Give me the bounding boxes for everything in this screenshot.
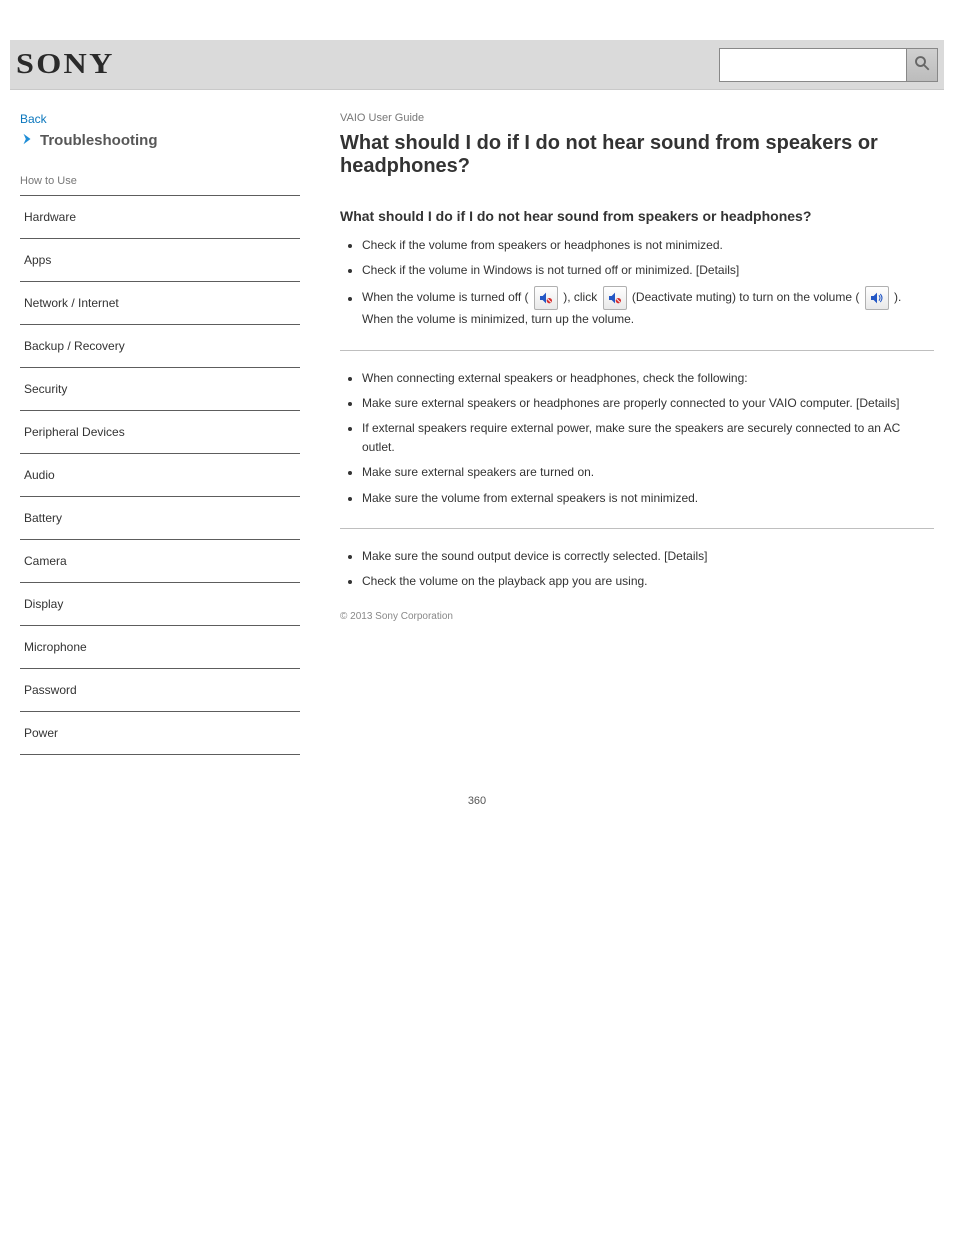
bullet-list: When connecting external speakers or hea… (340, 369, 934, 508)
list-item: Make sure the volume from external speak… (362, 489, 934, 508)
sidebar-item-peripheral[interactable]: Peripheral Devices (20, 411, 300, 454)
how-to-use-label: How to Use (20, 175, 300, 187)
sidebar-item-apps[interactable]: Apps (20, 239, 300, 282)
sidebar-item-hardware[interactable]: Hardware (20, 195, 300, 239)
content: Back Troubleshooting How to Use Hardware… (10, 90, 944, 755)
bullet-list: Check if the volume from speakers or hea… (340, 236, 934, 330)
list-item: When connecting external speakers or hea… (362, 369, 934, 388)
list-item: When the volume is turned off ( ), click (362, 286, 934, 329)
sidebar-item-power[interactable]: Power (20, 712, 300, 755)
breadcrumb: VAIO User Guide (340, 112, 934, 124)
back-link[interactable]: Back (20, 112, 300, 126)
section-heading: What should I do if I do not hear sound … (340, 208, 934, 224)
list-item: Check if the volume from speakers or hea… (362, 236, 934, 255)
sidebar-heading[interactable]: Troubleshooting (20, 132, 300, 149)
page-number: 360 (10, 755, 944, 827)
search-button[interactable] (906, 48, 938, 82)
copyright: © 2013 Sony Corporation (340, 611, 934, 622)
divider (340, 350, 934, 351)
sidebar-item-password[interactable]: Password (20, 669, 300, 712)
sidebar-item-display[interactable]: Display (20, 583, 300, 626)
list-item: Make sure external speakers are turned o… (362, 463, 934, 482)
sidebar-item-backup[interactable]: Backup / Recovery (20, 325, 300, 368)
sidebar-item-camera[interactable]: Camera (20, 540, 300, 583)
text-fragment: (Deactivate muting) to turn on the volum… (632, 291, 859, 305)
divider (340, 528, 934, 529)
list-item: Make sure external speakers or headphone… (362, 394, 934, 413)
text-fragment: When the volume is turned off ( (362, 291, 529, 305)
troubleshooting-label: Troubleshooting (40, 132, 158, 149)
list-item: Make sure the sound output device is cor… (362, 547, 934, 566)
bullet-list: Make sure the sound output device is cor… (340, 547, 934, 591)
text-fragment: ), click (563, 291, 600, 305)
sidebar-item-microphone[interactable]: Microphone (20, 626, 300, 669)
sidebar-item-audio[interactable]: Audio (20, 454, 300, 497)
page-title: What should I do if I do not hear sound … (340, 132, 934, 178)
search-icon (913, 54, 931, 75)
search-area (719, 48, 938, 82)
speaker-on-icon (865, 286, 889, 310)
sidebar: Back Troubleshooting How to Use Hardware… (20, 112, 320, 755)
chevron-right-icon (20, 132, 34, 149)
sidebar-item-network[interactable]: Network / Internet (20, 282, 300, 325)
search-input[interactable] (719, 48, 907, 82)
speaker-mute-click-icon[interactable] (603, 286, 627, 310)
speaker-mute-icon (534, 286, 558, 310)
sidebar-item-battery[interactable]: Battery (20, 497, 300, 540)
list-item: Check if the volume in Windows is not tu… (362, 261, 934, 280)
main-content: VAIO User Guide What should I do if I do… (320, 112, 944, 755)
sidebar-item-security[interactable]: Security (20, 368, 300, 411)
list-item: If external speakers require external po… (362, 419, 934, 457)
list-item: Check the volume on the playback app you… (362, 572, 934, 591)
header-bar: SONY (10, 40, 944, 90)
brand-logo: SONY (16, 49, 115, 81)
